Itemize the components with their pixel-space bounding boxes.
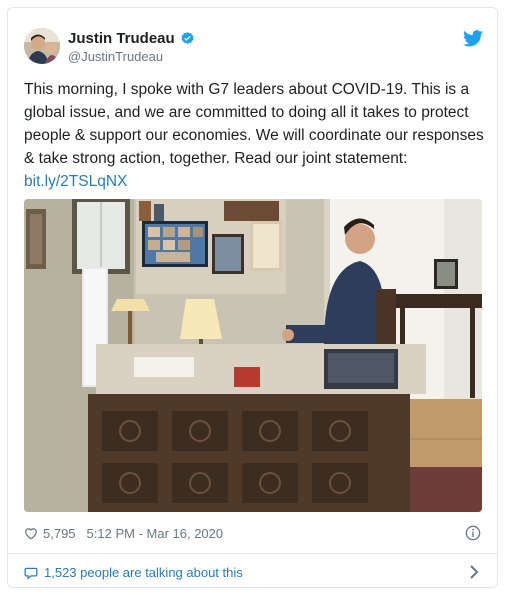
speech-bubble-icon <box>24 566 38 580</box>
verified-badge-icon <box>180 31 195 46</box>
heart-icon[interactable] <box>24 527 38 540</box>
tweet-meta: 5,795 5:12 PM - Mar 16, 2020 <box>24 526 223 541</box>
tweet-photo[interactable] <box>24 199 482 512</box>
tweet-body: This morning, I spoke with G7 leaders ab… <box>24 81 484 167</box>
tweet-card: Justin Trudeau @JustinTrudeau This morni… <box>7 7 498 588</box>
author-name-row[interactable]: Justin Trudeau <box>68 30 195 47</box>
twitter-bird-icon[interactable] <box>463 30 483 47</box>
timestamp[interactable]: 5:12 PM - Mar 16, 2020 <box>87 526 224 541</box>
author-name[interactable]: Justin Trudeau <box>68 30 175 47</box>
info-icon[interactable] <box>465 525 481 541</box>
conversation-text[interactable]: 1,523 people are talking about this <box>44 565 243 580</box>
conversation-link[interactable]: 1,523 people are talking about this <box>24 565 243 580</box>
like-count[interactable]: 5,795 <box>43 526 76 541</box>
chevron-right-icon[interactable] <box>469 564 479 580</box>
tweet-text: This morning, I spoke with G7 leaders ab… <box>24 78 486 193</box>
divider <box>8 553 497 554</box>
author-handle[interactable]: @JustinTrudeau <box>68 49 163 64</box>
tweet-link[interactable]: bit.ly/2TSLqNX <box>24 173 127 190</box>
avatar[interactable] <box>24 28 60 64</box>
